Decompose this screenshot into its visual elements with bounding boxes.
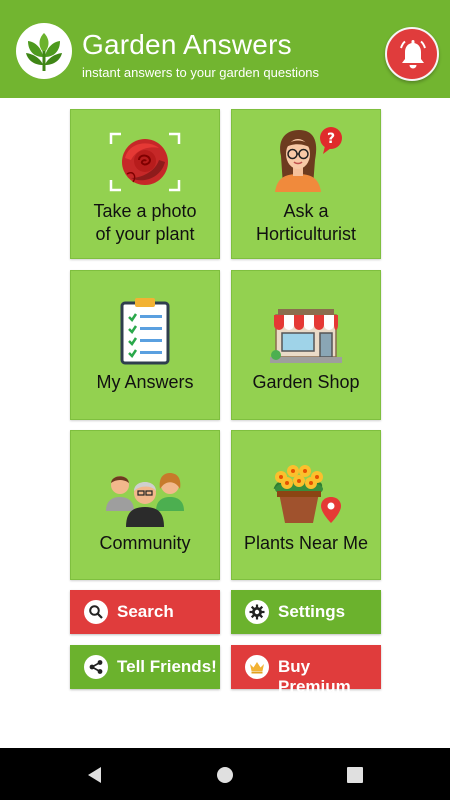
svg-text:?: ? — [327, 131, 335, 147]
notification-button[interactable] — [385, 27, 439, 81]
recents-icon[interactable] — [345, 765, 365, 785]
storefront-icon — [270, 307, 342, 363]
ask-horticulturist-label-line1: Ask a — [283, 201, 329, 221]
take-photo-tile[interactable]: Take a photo of your plant — [70, 109, 220, 259]
leaf-logo-icon — [16, 23, 72, 79]
system-navigation-bar — [0, 748, 450, 800]
gear-icon — [245, 600, 269, 624]
community-people-icon — [106, 465, 184, 527]
rose-camera-icon — [109, 132, 181, 192]
app-header: Garden Answers instant answers to your g… — [0, 0, 450, 98]
tell-friends-button[interactable]: Tell Friends! — [70, 645, 220, 689]
horticulturist-icon: ? — [267, 126, 345, 192]
take-photo-label-line2: of your plant — [95, 224, 195, 244]
garden-shop-tile[interactable]: Garden Shop — [231, 270, 381, 420]
ask-horticulturist-label-line2: Horticulturist — [255, 224, 357, 244]
plants-near-me-tile[interactable]: Plants Near Me — [231, 430, 381, 580]
garden-shop-label: Garden Shop — [252, 372, 360, 392]
my-answers-label: My Answers — [96, 372, 194, 392]
bell-icon — [400, 40, 426, 69]
buy-premium-button-label: Buy Premium — [278, 657, 351, 696]
tell-friends-button-label: Tell Friends! — [117, 657, 217, 676]
settings-button-label: Settings — [278, 602, 346, 621]
take-photo-label-line1: Take a photo — [93, 201, 197, 221]
app-subtitle: instant answers to your garden questions — [82, 65, 320, 80]
app-title: Garden Answers — [82, 29, 292, 60]
buy-premium-button[interactable]: Buy Premium — [231, 645, 381, 696]
share-icon — [84, 655, 108, 679]
ask-horticulturist-tile[interactable]: ? Ask a Horticulturist — [231, 109, 381, 259]
search-icon — [84, 600, 108, 624]
clipboard-checklist-icon — [120, 297, 170, 365]
search-button[interactable]: Search — [70, 590, 220, 634]
plants-near-me-label: Plants Near Me — [243, 533, 369, 553]
search-button-label: Search — [117, 602, 174, 621]
back-icon[interactable] — [85, 765, 105, 785]
settings-button[interactable]: Settings — [231, 590, 381, 634]
flower-pot-location-icon — [271, 461, 341, 525]
community-label: Community — [99, 533, 191, 553]
home-icon[interactable] — [215, 765, 235, 785]
my-answers-tile[interactable]: My Answers — [70, 270, 220, 420]
community-tile[interactable]: Community — [70, 430, 220, 580]
crown-icon — [245, 655, 269, 679]
